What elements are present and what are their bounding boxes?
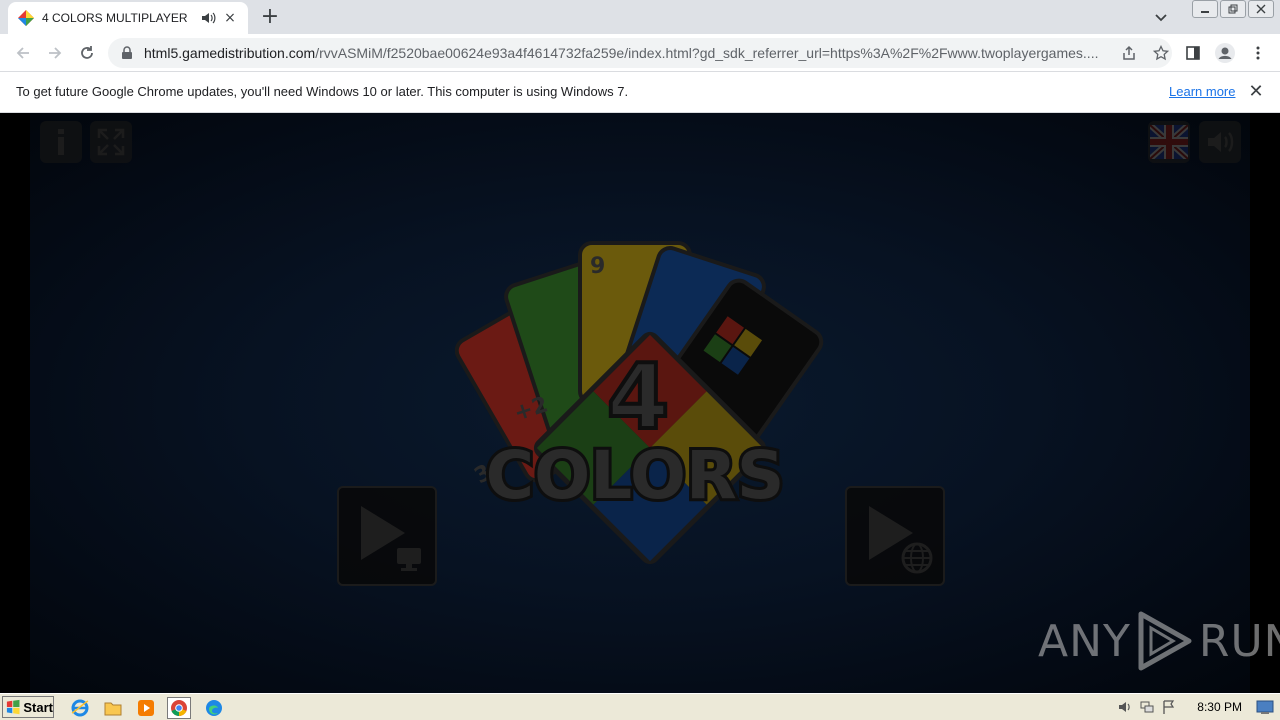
media-player-icon [138, 700, 154, 716]
new-tab-button[interactable]: + [258, 6, 282, 30]
play-triangle-icon [1138, 611, 1192, 671]
update-infobar: To get future Google Chrome updates, you… [0, 72, 1280, 113]
close-infobar-icon[interactable]: ✕ [1246, 82, 1266, 102]
taskbar-media-player[interactable] [134, 697, 158, 719]
share-button[interactable] [1118, 42, 1140, 64]
start-button[interactable]: Start [2, 696, 54, 718]
game-favicon-icon [18, 10, 34, 26]
restore-icon [1228, 4, 1238, 14]
arrow-left-icon [16, 47, 29, 59]
tab-search-chevron-icon[interactable] [1150, 6, 1172, 28]
profile-button[interactable] [1214, 42, 1236, 64]
side-panel-icon [1186, 46, 1200, 60]
start-label: Start [23, 699, 53, 715]
windows-taskbar: Start 8:30 PM [0, 693, 1280, 720]
play-online-icon [869, 506, 933, 574]
tab-title: 4 COLORS MULTIPLAYER [42, 11, 188, 25]
lock-icon[interactable] [120, 46, 134, 60]
system-tray: 8:30 PM [1117, 696, 1280, 718]
taskbar-chrome[interactable] [167, 697, 191, 719]
address-bar[interactable]: html5.gamedistribution.com/rvvASMiM/f252… [108, 38, 1172, 68]
logo-word: COLORS [486, 437, 785, 514]
edge-icon [206, 700, 222, 716]
close-window-button[interactable] [1248, 0, 1274, 18]
menu-button[interactable] [1247, 42, 1269, 64]
taskbar-edge[interactable] [202, 697, 226, 719]
side-panel-button[interactable] [1182, 42, 1204, 64]
restore-button[interactable] [1220, 0, 1246, 18]
play-online-button[interactable] [845, 486, 945, 586]
minimize-icon [1201, 11, 1209, 13]
infobar-message: To get future Google Chrome updates, you… [16, 84, 629, 99]
sound-button[interactable] [1199, 121, 1241, 163]
url-host: html5.gamedistribution.com [144, 45, 316, 61]
more-vert-icon [1256, 46, 1260, 60]
card-label-yellow: 9 [590, 254, 605, 279]
fullscreen-button[interactable] [90, 121, 132, 163]
watermark-left-text: ANY [1038, 615, 1131, 667]
minimize-button[interactable] [1192, 0, 1218, 18]
reload-button[interactable] [76, 42, 98, 64]
flag-icon[interactable] [1161, 699, 1177, 715]
url-text[interactable]: html5.gamedistribution.com/rvvASMiM/f252… [144, 45, 1108, 61]
game-canvas[interactable]: 3 +2 9 4 COLORS ANY RUN [0, 113, 1280, 693]
anyrun-watermark: ANY RUN [1038, 610, 1280, 672]
avatar-icon [1215, 43, 1235, 63]
folder-icon [104, 702, 122, 716]
share-icon [1123, 45, 1135, 60]
taskbar-explorer[interactable] [101, 697, 125, 719]
browser-toolbar: html5.gamedistribution.com/rvvASMiM/f252… [0, 34, 1280, 72]
internet-explorer-icon [71, 699, 89, 717]
four-colors-logo: 3 +2 9 4 COLORS [455, 241, 824, 565]
fullscreen-icon [97, 128, 125, 156]
windows-logo-icon [6, 699, 20, 715]
info-button[interactable] [40, 121, 82, 163]
reload-icon [81, 46, 93, 59]
language-button[interactable] [1148, 121, 1190, 163]
tab-strip: 4 COLORS MULTIPLAYER × + [0, 0, 1280, 34]
play-local-icon [361, 506, 421, 571]
uk-flag-icon [1150, 125, 1188, 159]
sound-on-icon [1208, 132, 1234, 152]
forward-button[interactable] [44, 42, 66, 64]
browser-tab[interactable]: 4 COLORS MULTIPLAYER × [8, 2, 248, 34]
volume-icon[interactable] [1117, 699, 1133, 715]
window-controls [1192, 0, 1274, 18]
play-local-button[interactable] [337, 486, 437, 586]
speaker-icon[interactable] [200, 10, 216, 26]
watermark-right-text: RUN [1198, 615, 1280, 667]
chrome-icon [171, 700, 187, 717]
learn-more-link[interactable]: Learn more [1169, 84, 1235, 99]
close-window-icon [1256, 4, 1266, 14]
back-button[interactable] [12, 42, 34, 64]
taskbar-ie[interactable] [68, 697, 92, 719]
taskbar-clock[interactable]: 8:30 PM [1197, 700, 1242, 714]
logo-number: 4 [607, 345, 670, 450]
star-icon [1153, 45, 1169, 61]
arrow-right-icon [49, 47, 62, 59]
close-tab-icon[interactable]: × [222, 10, 238, 26]
show-desktop-icon[interactable] [1256, 699, 1274, 715]
network-icon[interactable] [1139, 699, 1155, 715]
info-icon [58, 129, 64, 155]
bookmark-button[interactable] [1150, 42, 1172, 64]
url-path: /rvvASMiM/f2520bae00624e93a4f4614732fa25… [315, 45, 1099, 61]
